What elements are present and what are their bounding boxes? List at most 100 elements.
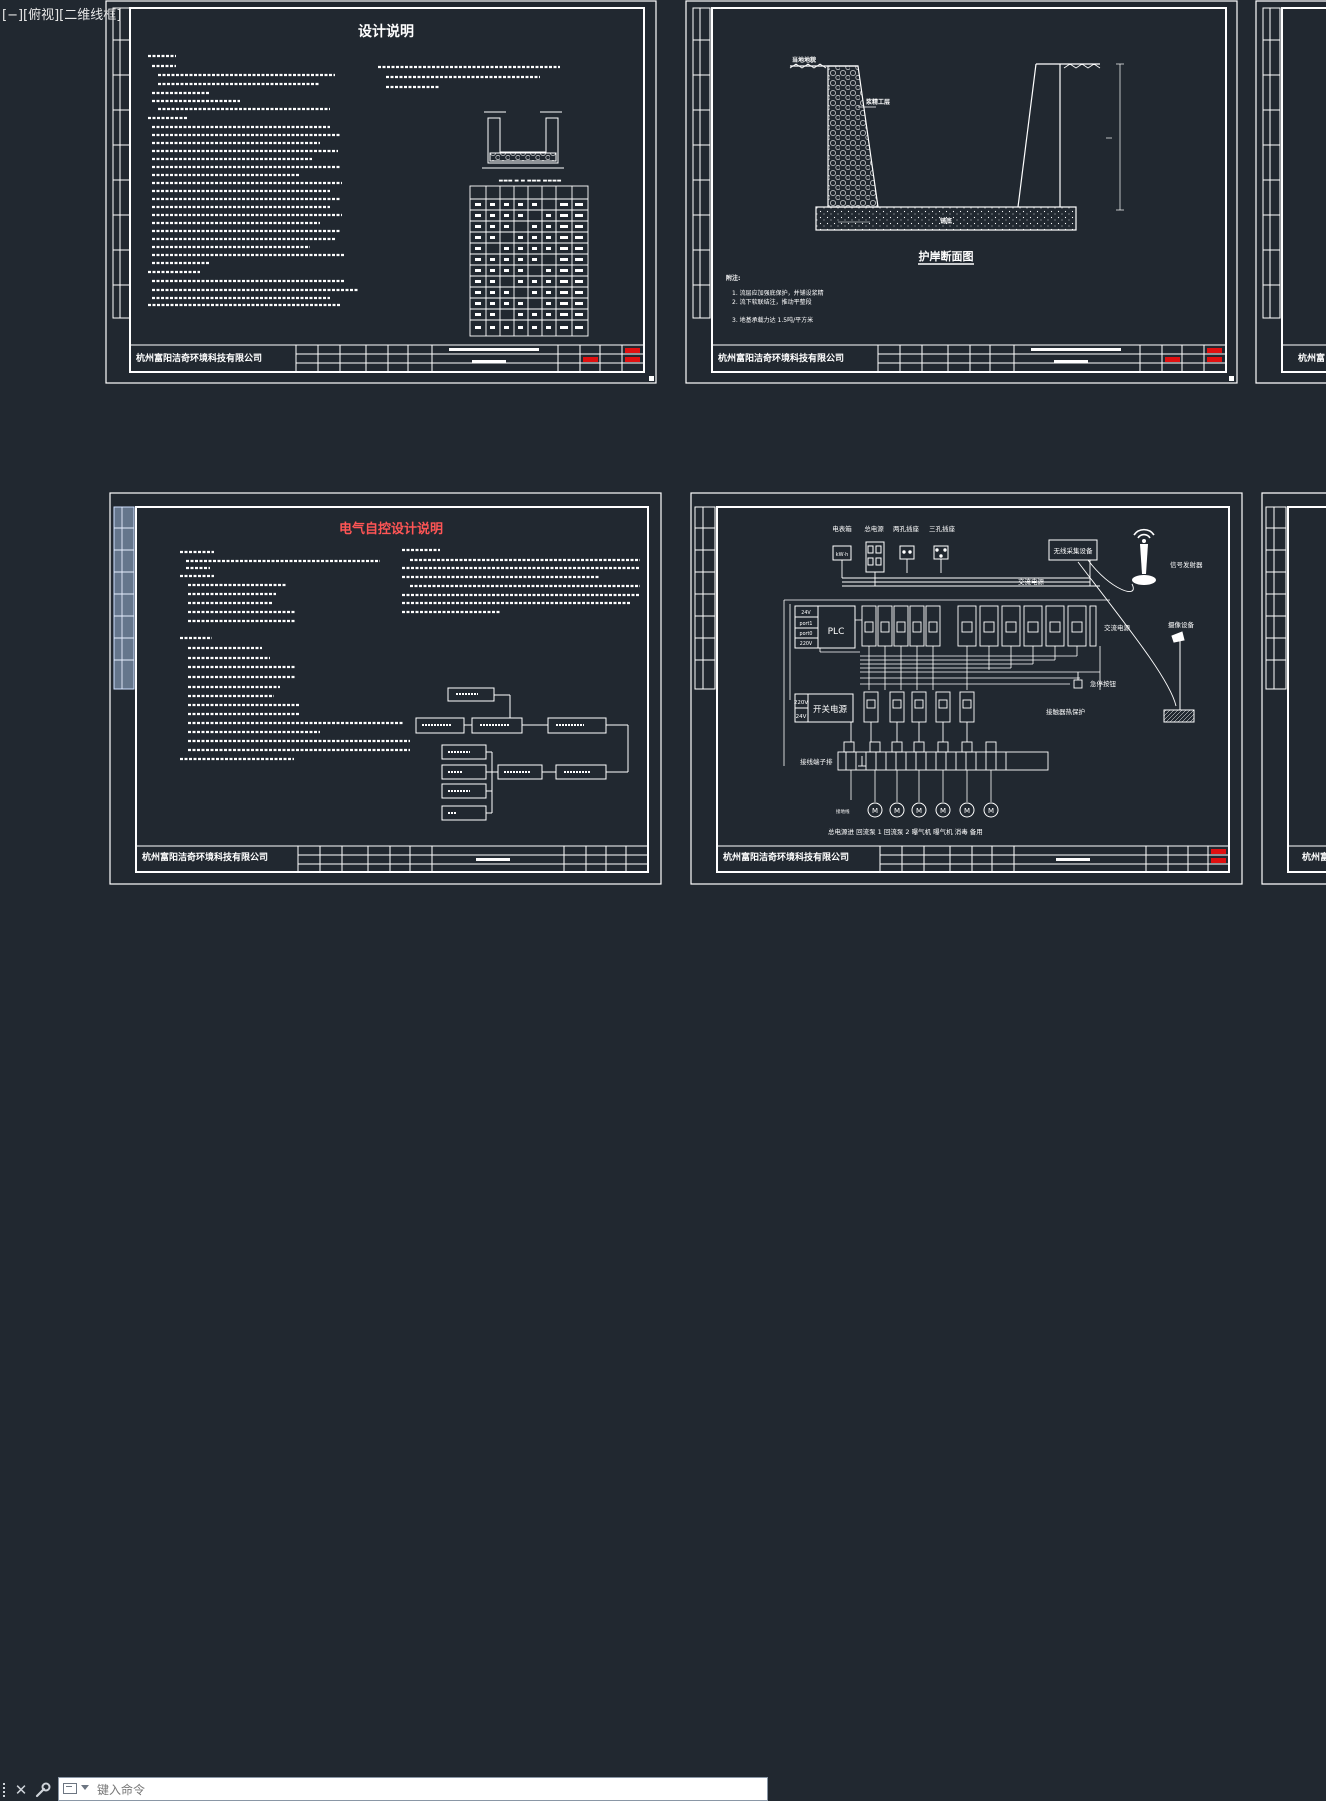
bank-note-1: 1. 流层应加强底保护，并铺设浆精 [732, 289, 824, 297]
bank-note-2: 2. 流下软联结注，推动平整段 [732, 298, 812, 306]
sheet2-drawing-number [1054, 360, 1088, 363]
sheet5-left-strip [694, 506, 716, 690]
sheet1-stamp-2 [625, 348, 640, 353]
thermal-protection-label: 接触器热保护 [1046, 707, 1085, 716]
sheet1-stamp-1 [583, 357, 598, 362]
antenna-icon [1132, 528, 1156, 585]
psu-220v: 220V [794, 700, 808, 706]
sheet1-company-name: 杭州富阳洁奇环境科技有限公司 [136, 352, 262, 364]
plc-pin-220v: 220V [800, 641, 813, 647]
sheet4-flow-diagram [415, 687, 629, 821]
bank-section-drawing [789, 63, 1124, 231]
label-two-pin-socket: 两孔插座 [893, 524, 920, 533]
bank-note-3: 3. 地基承载力达 1.5吨/平方米 [732, 316, 813, 324]
bank-label-top-left: 当地地貌 [792, 56, 816, 64]
sheet4-title: 电气自控设计说明 [339, 521, 443, 537]
motor-icon-3: M [911, 802, 927, 818]
sheet1-table-heading: ▬▬▬ ▬ ▬ ▬▬▬ ▬▬▬▬ [498, 178, 561, 184]
sheet2-company-name: 杭州富阳洁奇环境科技有限公司 [718, 352, 844, 364]
sheet1-drawing-number [472, 360, 506, 363]
sheet1-drawing-name [449, 348, 539, 351]
close-icon[interactable]: ✕ [12, 1781, 30, 1799]
label-meter-box: 电表箱 [832, 524, 852, 533]
sheet2-title: 护岸断面图 [919, 249, 974, 263]
ground-wire-label: 接地线 [836, 808, 850, 815]
camera-icon [1163, 631, 1195, 723]
plc-pin-port1: port1 [800, 621, 813, 627]
label-three-pin-socket: 三孔插座 [929, 524, 956, 533]
sheet1-pool-section [482, 111, 564, 169]
sheet-bank-section[interactable]: 当地地貌 浆精工层 铺底 护岸断面图 附注: 1. 流层应加强底保护，并铺设浆精… [685, 0, 1238, 384]
terminal-strip [837, 741, 1049, 771]
sheet1-material-table [469, 185, 589, 337]
drag-handle-icon[interactable] [2, 1782, 8, 1798]
label-main-power: 总电源 [864, 524, 884, 533]
antenna-label: 信号发射器 [1170, 560, 1203, 569]
sheet2-stamp-3 [1207, 357, 1222, 362]
command-line-bar: ✕ [0, 888, 1326, 1801]
svg-text:M: M [894, 807, 900, 815]
wiring-bottom-labels: 总电源进 回流泵 1 回流泵 2 曝气机 曝气机 消毒 备用 [828, 827, 983, 836]
sheet1-table-cells [475, 203, 583, 329]
breaker-group-right [957, 605, 1097, 647]
sheet2-drawing-name [1031, 348, 1121, 351]
sheet5-stamp-2 [1211, 858, 1226, 863]
svg-text:M: M [988, 807, 994, 815]
sheet-wiring-diagram[interactable]: 电表箱 总电源 两孔插座 三孔插座 kW·h 交流电源 无线采集设备 信号发射器… [690, 492, 1243, 885]
meter-kwh-text: kW·h [836, 552, 849, 558]
sheet4-company-name: 杭州富阳洁奇环境科技有限公司 [142, 851, 268, 863]
motor-icon-6: M [983, 802, 999, 818]
sheet-partial-top-right[interactable]: 杭州富 [1255, 0, 1326, 384]
sheet-electrical-notes[interactable]: 电气自控设计说明 杭州富阳洁奇环境科技有限公司 [109, 492, 662, 885]
plc-label: PLC [828, 627, 845, 637]
camera-label: 摄像设备 [1168, 620, 1195, 629]
bank-label-bottom: 铺底 [940, 217, 952, 225]
label-ac-bus-1: 交流电源 [1018, 577, 1045, 586]
svg-text:M: M [872, 807, 878, 815]
plc-pin-24v: 24V [801, 610, 811, 616]
sheet5-company-name: 杭州富阳洁奇环境科技有限公司 [723, 851, 849, 863]
sheet4-notes-text [180, 548, 640, 761]
sheet1-stamp-3 [625, 357, 640, 362]
bank-label-side: 浆精工层 [865, 98, 890, 106]
wireless-collector-label: 无线采集设备 [1054, 546, 1094, 555]
sheet1-left-strip [112, 7, 131, 319]
sheet4-flow-box-text [422, 693, 590, 814]
sheet4-left-strip [113, 506, 135, 690]
wiring-top-devices [832, 541, 949, 573]
sheet3-company-name: 杭州富 [1298, 352, 1325, 364]
motor-wires [850, 770, 992, 802]
terminal-block-label: 接线端子排 [800, 757, 833, 766]
sheet2-stamp-1 [1165, 357, 1180, 362]
sheet5-stamp-1 [1211, 849, 1226, 854]
estop-icon [1073, 672, 1083, 689]
sheet6-company-name: 杭州富 [1302, 851, 1326, 863]
command-input[interactable] [95, 1780, 759, 1800]
sheet2-stamp-2 [1207, 348, 1222, 353]
sheet4-drawing-number [476, 858, 510, 861]
sheet2-left-strip [692, 7, 711, 319]
command-input-box[interactable] [58, 1777, 768, 1801]
contactor-row [850, 691, 975, 742]
plc-pin-port0: port0 [800, 631, 813, 637]
motor-icon-2: M [889, 802, 905, 818]
sheet1-title: 设计说明 [358, 23, 414, 40]
sheet-design-notes[interactable]: 设计说明 ▬▬▬ ▬ ▬ ▬▬▬ ▬▬▬▬ 杭州富阳洁奇环境科技有限公司 [105, 0, 657, 384]
svg-text:M: M [964, 807, 970, 815]
bank-notes-head: 附注: [726, 274, 740, 282]
sheet-partial-bottom-right[interactable]: 杭州富 [1261, 492, 1326, 885]
label-ac-bus-2: 交流电源 [1104, 623, 1131, 632]
viewport-controls-label[interactable]: [−][俯视][二维线框] [2, 4, 121, 23]
command-history-icon[interactable] [63, 1783, 77, 1794]
sheet5-drawing-number [1056, 858, 1090, 861]
chevron-down-icon[interactable] [81, 1785, 89, 1790]
model-space-canvas[interactable]: 设计说明 ▬▬▬ ▬ ▬ ▬▬▬ ▬▬▬▬ 杭州富阳洁奇环境科技有限公司 当地地… [0, 0, 1326, 916]
estop-label: 急停按钮 [1090, 679, 1117, 688]
psu-label: 开关电源 [813, 704, 848, 715]
breaker-group-left [861, 605, 941, 647]
svg-text:M: M [916, 807, 922, 815]
motor-icon-5: M [959, 802, 975, 818]
wrench-icon[interactable] [34, 1781, 52, 1799]
psu-24v: 24V [796, 714, 807, 720]
motor-icon-4: M [935, 802, 951, 818]
